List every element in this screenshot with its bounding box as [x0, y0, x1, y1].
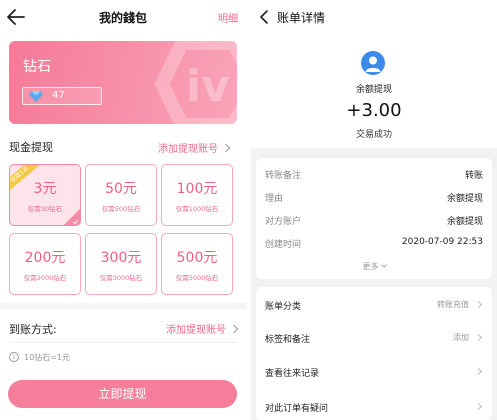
option-amount: 500元: [176, 250, 218, 266]
detail-value: 余额提现: [446, 217, 483, 227]
detail-value: 余额提现: [446, 194, 483, 204]
divider: [9, 342, 237, 343]
page-title: 我的錢包: [98, 11, 147, 25]
add-account-label: 添加提现账号: [158, 144, 218, 155]
option-cost: 仅需3000钻石: [99, 274, 143, 282]
transaction-amount: +3.00: [346, 100, 402, 121]
page-title: 账单详情: [277, 11, 326, 25]
action-label: 账单分类: [265, 302, 302, 312]
exchange-rate-note: 10钻石=1元: [24, 353, 70, 362]
diamond-icon: [29, 91, 43, 102]
selected-corner: [64, 209, 80, 225]
withdraw-button[interactable]: 立即提现: [8, 380, 237, 408]
detail-value: 转账: [464, 171, 483, 181]
card-title: 钻石: [23, 59, 51, 75]
action-label: 标签和备注: [265, 335, 311, 345]
option-100-yuan[interactable]: 100元 仅需1000钻石: [161, 164, 233, 226]
balance-box: 47: [22, 87, 102, 105]
arrival-method-label: 到账方式:: [9, 323, 57, 336]
more-toggle[interactable]: 更多: [256, 261, 492, 272]
option-200-yuan[interactable]: 200元 仅需2000钻石: [9, 233, 81, 295]
action-label: 对此订单有疑问: [265, 404, 329, 414]
chevron-right-icon: [221, 143, 231, 153]
more-label: 更多: [362, 262, 379, 271]
detail-row: 转账备注 转账: [265, 168, 483, 182]
option-amount: 300元: [100, 250, 142, 266]
chevron-right-icon: [474, 333, 483, 342]
option-300-yuan[interactable]: 300元 仅需3000钻石: [85, 233, 157, 295]
option-50-yuan[interactable]: 50元 仅需500钻石: [85, 164, 157, 226]
iv-logo-icon: iv: [154, 41, 237, 124]
diamond-balance-card: iv 钻石 47: [9, 41, 237, 124]
detail-key: 对方账户: [265, 217, 302, 227]
add-account-link[interactable]: 添加提现账号: [158, 140, 231, 155]
transaction-status: 交易成功: [355, 130, 392, 140]
wallet-header: 我的錢包 明细: [0, 0, 246, 34]
payee-name: 余额提现: [355, 85, 392, 95]
option-500-yuan[interactable]: 500元 仅需5000钻石: [161, 233, 233, 295]
bill-header: 账单详情: [251, 0, 497, 34]
action-value: 添加: [453, 333, 469, 342]
user-avatar-icon: [361, 51, 385, 75]
bill-detail-screen: 账单详情 余额提现 +3.00 交易成功 转账备注 转账 理由 余额提现 对方账…: [251, 0, 497, 420]
history-row[interactable]: 查看往来记录: [265, 357, 483, 387]
svg-text:iv: iv: [186, 61, 230, 112]
wallet-screen: 我的錢包 明细 iv 钻石 47 现金提现 添加提现账号 仅限1次 3元 仅需3…: [0, 0, 246, 420]
option-cost: 仅需1000钻石: [175, 205, 219, 213]
order-question-row[interactable]: 对此订单有疑问: [265, 392, 483, 420]
detail-key: 转账备注: [265, 171, 302, 181]
option-amount: 200元: [24, 250, 66, 266]
section-divider: [0, 303, 246, 309]
detail-key: 理由: [265, 194, 284, 204]
detail-value: 2020-07-09 22:53: [401, 237, 483, 247]
option-cost: 仅需2000钻石: [23, 274, 67, 282]
option-amount: 50元: [105, 181, 137, 197]
back-chevron-icon[interactable]: [257, 9, 271, 25]
detail-row: 创建时间 2020-07-09 22:53: [265, 237, 483, 251]
option-cost: 仅需500钻石: [101, 205, 141, 213]
detail-row: 理由 余额提现: [265, 191, 483, 205]
option-3-yuan[interactable]: 仅限1次 3元 仅需30钻石: [9, 164, 81, 226]
details-link[interactable]: 明细: [218, 10, 238, 25]
chevron-right-icon: [474, 402, 483, 411]
chevron-right-icon: [474, 367, 483, 376]
option-amount: 100元: [176, 181, 218, 197]
details-card: 转账备注 转账 理由 余额提现 对方账户 余额提现 创建时间 2020-07-0…: [256, 158, 492, 279]
chevron-right-icon: [229, 324, 239, 334]
bill-category-row[interactable]: 账单分类 转账充值: [265, 290, 483, 320]
diamond-balance: 47: [52, 90, 65, 101]
option-cost: 仅需5000钻石: [175, 274, 219, 282]
add-account-link-2[interactable]: 添加提现账号: [166, 321, 239, 336]
chevron-down-icon: [380, 262, 387, 268]
cash-withdraw-title: 现金提现: [9, 141, 53, 154]
transaction-summary: 余额提现 +3.00 交易成功: [251, 34, 497, 148]
detail-key: 创建时间: [265, 240, 302, 250]
info-icon: i: [9, 352, 19, 362]
action-label: 查看往来记录: [265, 369, 320, 379]
action-value: 转账充值: [437, 300, 469, 309]
add-account-label: 添加提现账号: [166, 325, 226, 336]
tags-notes-row[interactable]: 标签和备注 添加: [265, 323, 483, 353]
chevron-right-icon: [474, 300, 483, 309]
arrival-method-row[interactable]: 到账方式: 添加提现账号: [9, 313, 239, 343]
actions-card: 账单分类 转账充值 标签和备注 添加 查看往来记录 对此订单有疑问: [256, 287, 492, 420]
detail-row: 对方账户 余额提现: [265, 214, 483, 228]
